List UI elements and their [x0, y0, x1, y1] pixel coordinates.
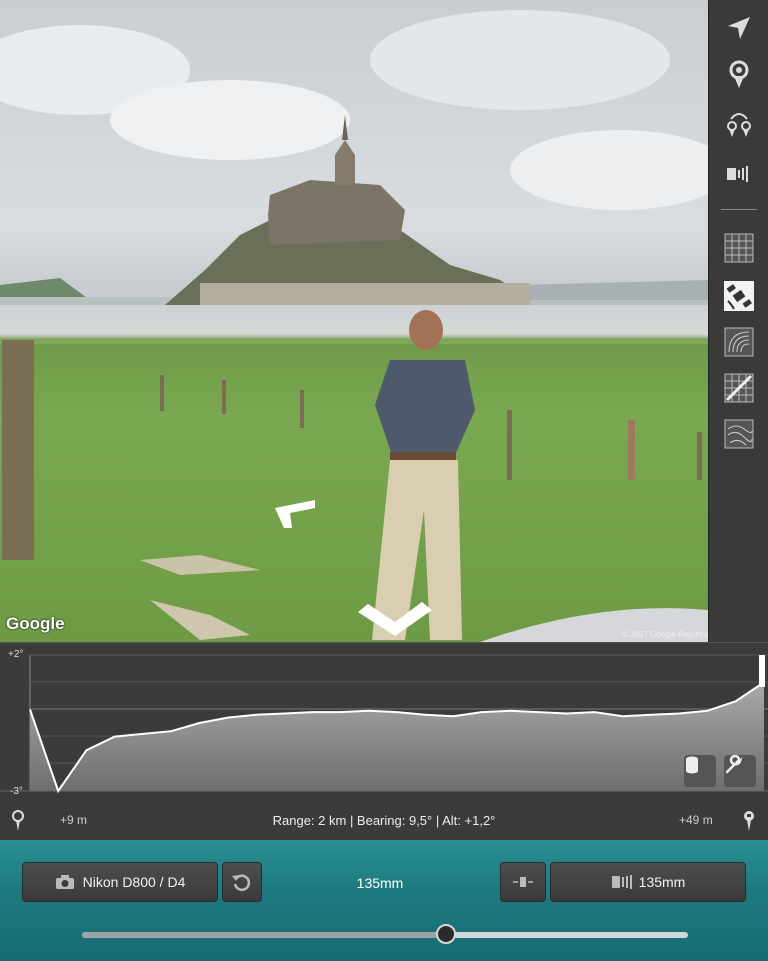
fit-width-icon: [513, 877, 533, 887]
zoom-slider-fill: [82, 932, 446, 938]
elevation-profile-panel: +2° -3° +9 m Range: 2 km | Bearing: 9,5°…: [0, 642, 768, 841]
lens-icon: [611, 875, 632, 889]
camera-control-bar: Nikon D800 / D4 135mm 135mm: [0, 840, 768, 961]
right-distance: +49 m: [679, 813, 713, 827]
camera-icon: [55, 875, 74, 889]
y-min-label: -3°: [10, 786, 23, 797]
profile-info: Range: 2 km | Bearing: 9,5° | Alt: +1,2°: [272, 813, 496, 828]
camera-field-icon[interactable]: [723, 158, 755, 190]
reset-button[interactable]: [222, 862, 262, 902]
lens-select-button[interactable]: 135mm: [550, 862, 746, 902]
reset-icon: [232, 874, 251, 891]
contour-icon[interactable]: [723, 326, 755, 358]
left-distance: +9 m: [60, 813, 88, 827]
terrain-grid-icon[interactable]: [723, 372, 755, 404]
satellite-icon[interactable]: [723, 280, 755, 312]
elevation-profile-chart: [0, 654, 768, 794]
lens-label: 135mm: [638, 874, 686, 890]
settings-wrench-button[interactable]: [724, 755, 756, 787]
topo-icon[interactable]: [723, 418, 755, 450]
toolbar-divider: [721, 209, 757, 210]
focal-length-display: 135mm: [356, 875, 404, 891]
camera-label: Nikon D800 / D4: [82, 874, 186, 890]
fit-width-button[interactable]: [500, 862, 546, 902]
grid-overlay-icon[interactable]: [723, 232, 755, 264]
zoom-slider-track[interactable]: [82, 932, 688, 938]
y-max-label: +2°: [8, 649, 24, 660]
wrench-icon: [725, 755, 743, 774]
camera-select-button[interactable]: Nikon D800 / D4: [22, 862, 218, 902]
zoom-slider-thumb[interactable]: [435, 924, 456, 944]
pin-pair-icon[interactable]: [723, 108, 755, 140]
layers-button[interactable]: [684, 755, 716, 787]
elevation-profile-area: [30, 682, 764, 791]
location-arrow-icon[interactable]: [723, 12, 755, 44]
copyright-text: © 2017 Google Report a problem: [622, 630, 708, 639]
google-logo: Google: [6, 614, 65, 633]
street-view-photo[interactable]: Google © 2017 Google Report a problem: [0, 0, 708, 642]
profile-end-marker: [759, 655, 765, 687]
map-pin-icon[interactable]: [723, 58, 755, 90]
right-toolbar: [708, 0, 768, 642]
